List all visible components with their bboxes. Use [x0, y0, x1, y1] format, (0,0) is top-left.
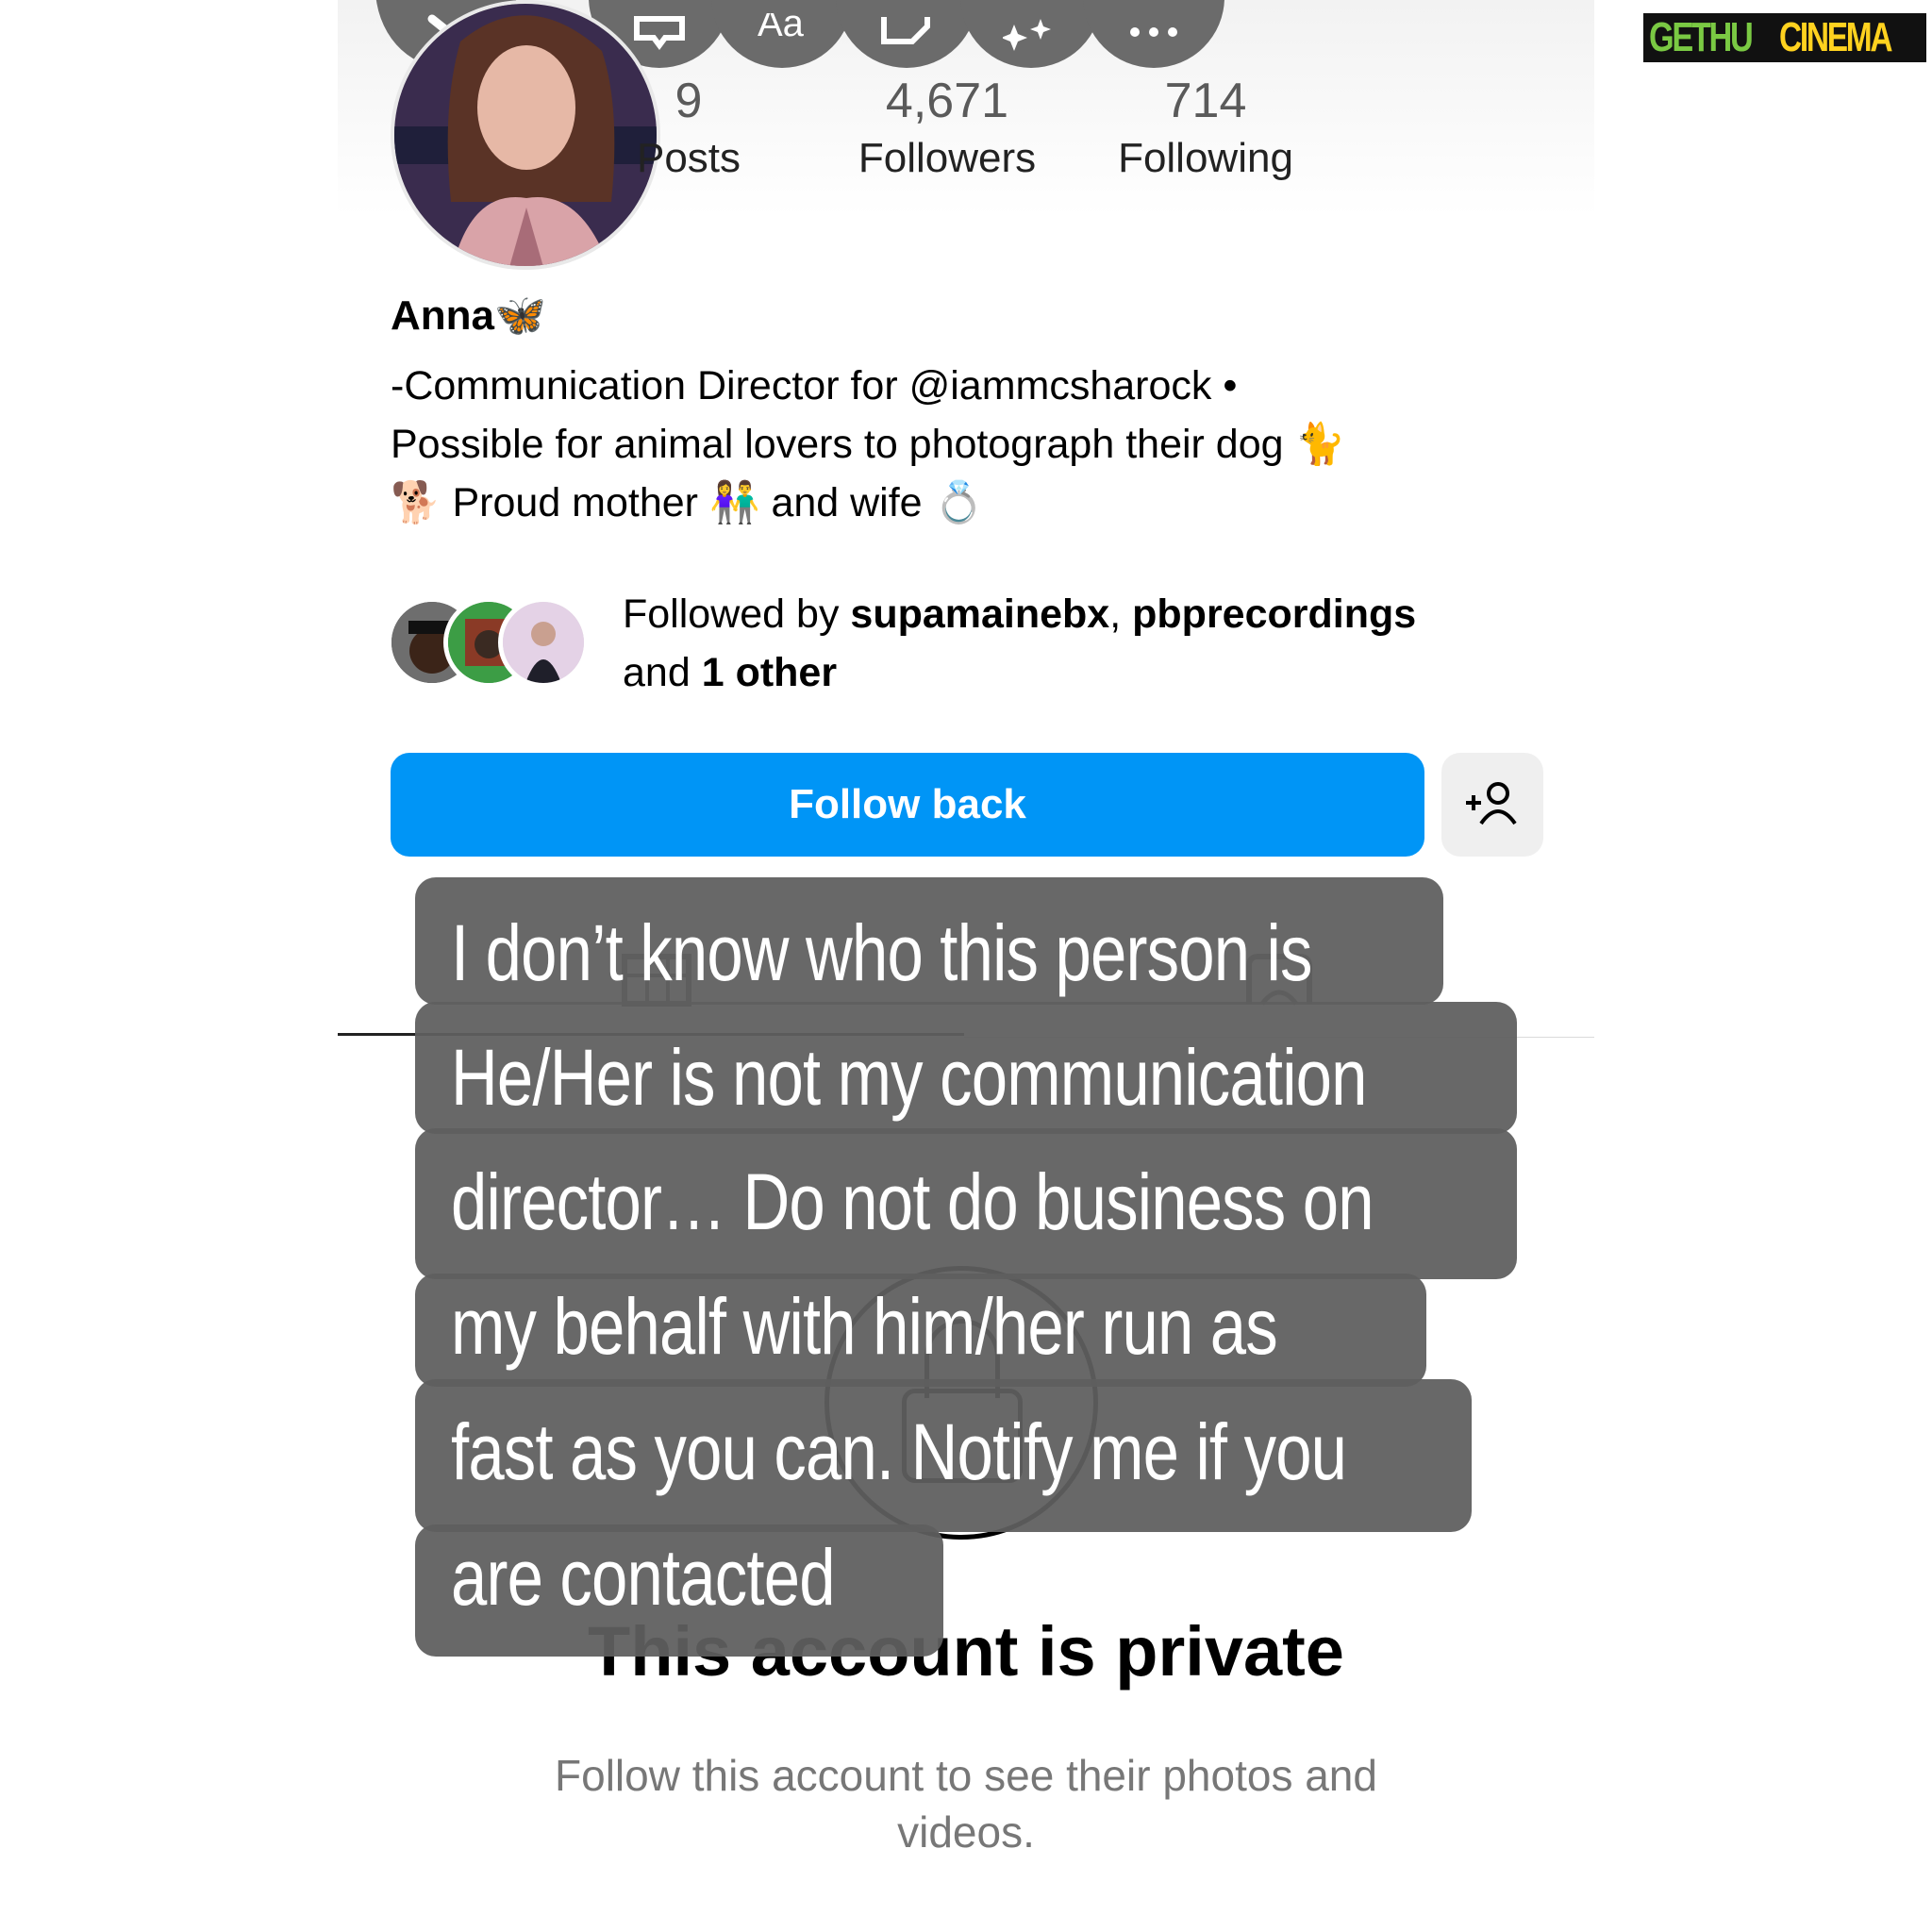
overlay-text-line: director… Do not do business on	[451, 1158, 1374, 1246]
sparkle-icon	[1003, 19, 1051, 51]
add-person-icon	[1466, 781, 1517, 824]
more-icon	[1130, 27, 1177, 37]
followed-by-text[interactable]: Followed by supamainebx, pbprecordings a…	[623, 585, 1547, 702]
bio-line: Possible for animal lovers to photograph…	[391, 422, 1346, 467]
overlay-text-line: my behalf with him/her run as	[451, 1282, 1278, 1371]
watermark-text-1: GETHU	[1649, 14, 1754, 60]
followers-count: 4,671	[885, 74, 1009, 128]
profile-name: Anna🦋	[391, 292, 546, 339]
follower-avatar-image	[503, 602, 584, 683]
stat-followers[interactable]: 4,671 Followers	[824, 72, 1070, 187]
threads-icon	[634, 16, 685, 50]
bio-line: 🐕 Proud mother 👫 and wife 💍	[391, 480, 985, 525]
bio-line: -Communication Director for @iammcsharoc…	[391, 363, 1238, 408]
followed-by-user[interactable]: supamainebx	[850, 591, 1109, 637]
stat-posts[interactable]: 9 Posts	[566, 72, 811, 187]
follower-avatar	[498, 597, 589, 688]
overlay-text-line: fast as you can. Notify me if you	[451, 1407, 1347, 1496]
watermark-text-2: CINEMA	[1779, 14, 1893, 60]
followed-by-user[interactable]: pbprecordings	[1132, 591, 1416, 637]
followers-label: Followers	[858, 135, 1037, 181]
svg-text:Aa: Aa	[758, 13, 805, 44]
posts-label: Posts	[636, 135, 741, 181]
follow-back-button[interactable]: Follow back	[391, 753, 1424, 857]
posts-count: 9	[675, 74, 703, 128]
followed-by-and: and	[623, 650, 702, 695]
watermark-logo: GETHU CINEMA	[1641, 0, 1932, 75]
following-label: Following	[1118, 135, 1293, 181]
stat-following[interactable]: 714 Following	[1083, 72, 1328, 187]
following-count: 714	[1164, 74, 1247, 128]
followed-by-other[interactable]: 1 other	[702, 650, 837, 695]
overlay-text-line: I don’t know who this person is	[451, 908, 1312, 997]
suggest-users-button[interactable]	[1441, 753, 1543, 857]
sticker-icon	[881, 17, 930, 44]
overlay-text-line: He/Her is not my communication	[451, 1033, 1367, 1122]
followed-by-prefix: Followed by	[623, 591, 851, 637]
text-icon: Aa	[758, 13, 805, 44]
followed-by-separator: ,	[1109, 591, 1133, 637]
private-account-subtitle: Follow this account to see their photos …	[555, 1751, 1377, 1857]
overlay-text-line: are contacted	[451, 1533, 836, 1622]
profile-bio: -Communication Director for @iammcsharoc…	[391, 357, 1551, 532]
